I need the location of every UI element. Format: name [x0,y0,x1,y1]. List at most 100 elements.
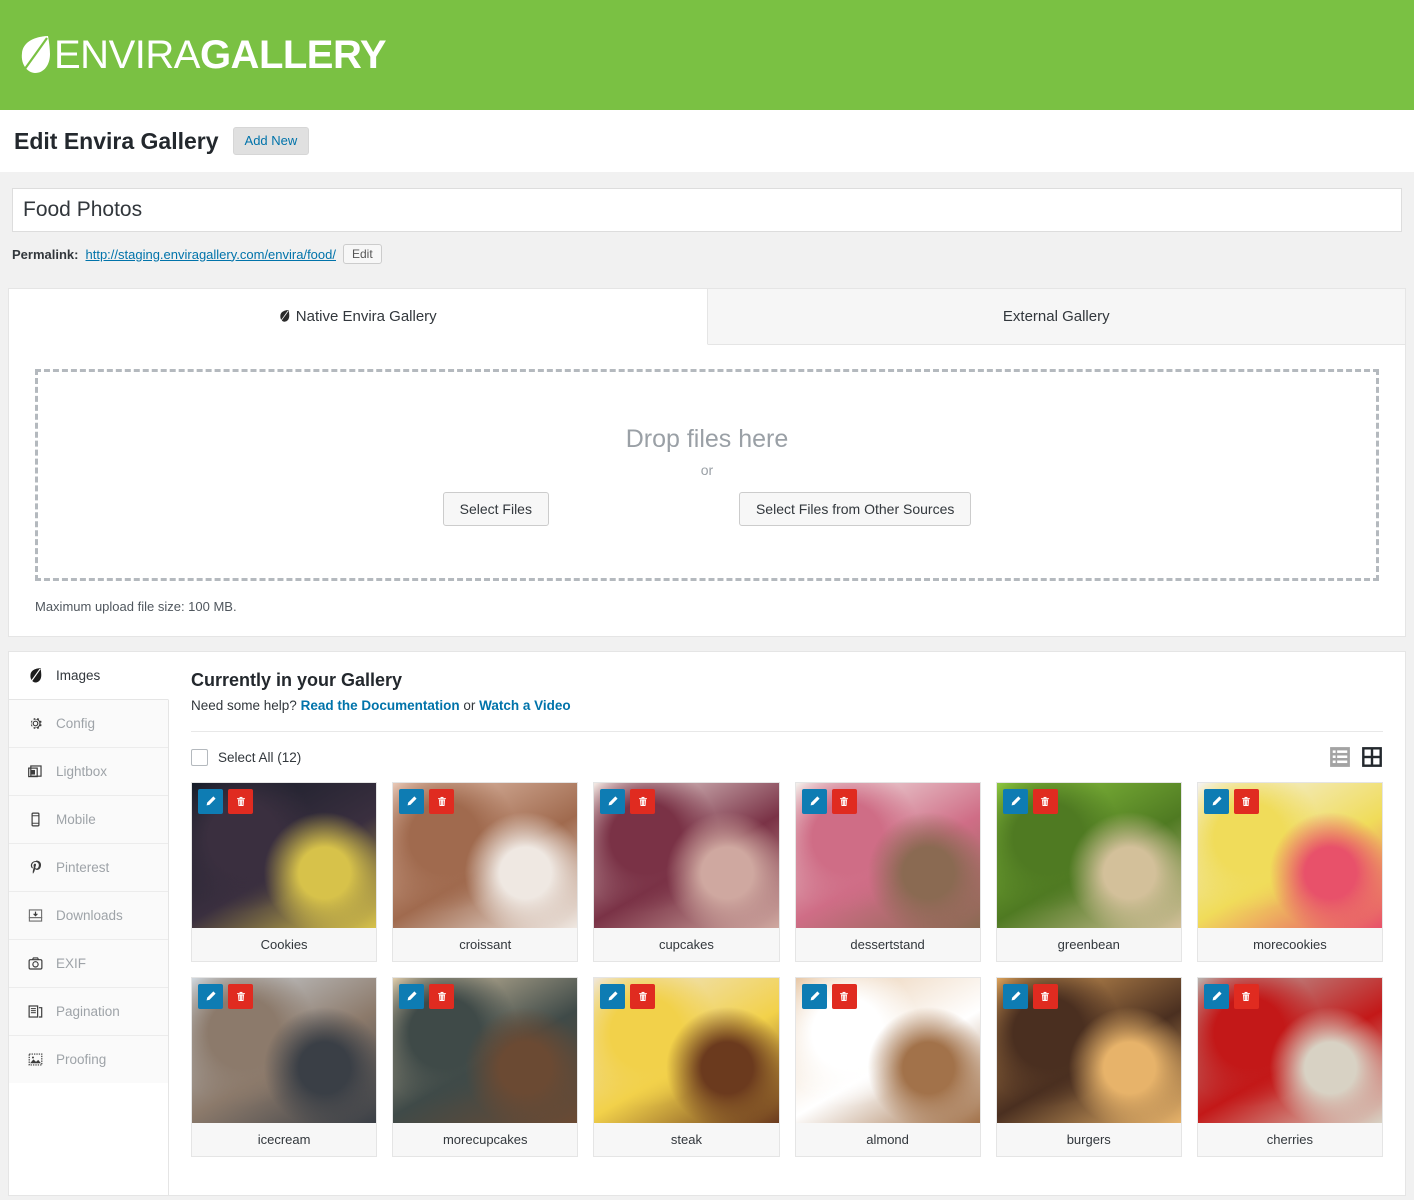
uploader-metabox: Native Envira Gallery External Gallery D… [8,288,1406,637]
pencil-icon [407,796,417,806]
delete-image-button[interactable] [831,984,857,1009]
gallery-item[interactable]: cupcakes [593,782,780,962]
delete-image-button[interactable] [429,984,455,1009]
file-dropzone[interactable]: Drop files here or Select Files Select F… [35,369,1379,581]
sidebar-item-proofing[interactable]: Proofing [9,1036,168,1083]
gallery-title-input[interactable] [12,188,1402,232]
read-documentation-link[interactable]: Read the Documentation [301,698,460,713]
add-new-button[interactable]: Add New [232,126,310,156]
gallery-item[interactable]: morecupcakes [392,977,579,1157]
gallery-item[interactable]: greenbean [995,782,1182,962]
gallery-item-thumbnail[interactable] [393,783,578,928]
select-files-button[interactable]: Select Files [442,491,549,526]
leaf-icon [30,668,42,683]
gallery-item-label: dessertstand [795,928,980,961]
delete-image-button[interactable] [1032,789,1058,814]
delete-image-button[interactable] [630,789,656,814]
select-all-label: Select All (12) [218,749,302,765]
gallery-item[interactable]: Cookies [191,782,378,962]
gallery-item[interactable]: dessertstand [794,782,981,962]
delete-image-button[interactable] [228,984,253,1009]
permalink-link[interactable]: http://staging.enviragallery.com/envira/… [85,247,336,262]
watch-video-link[interactable]: Watch a Video [479,698,571,713]
gallery-item-thumbnail[interactable] [996,783,1181,928]
tab-external-gallery[interactable]: External Gallery [707,289,1405,344]
edit-permalink-button[interactable]: Edit [343,244,382,264]
delete-image-button[interactable] [1233,984,1259,1009]
sidebar-item-label: Pagination [56,1004,120,1019]
gallery-item[interactable]: steak [593,977,780,1157]
gallery-toolbar: Select All (12) [191,746,1383,768]
list-view-icon[interactable] [1329,746,1351,768]
select-files-other-sources-button[interactable]: Select Files from Other Sources [738,491,972,526]
pencil-icon [1011,991,1021,1001]
select-all-checkbox[interactable] [191,748,208,766]
gallery-item-thumbnail[interactable] [795,978,980,1123]
layers-icon [28,765,42,778]
sidebar-item-label: Mobile [56,812,96,827]
gallery-item-label: croissant [393,928,578,961]
edit-image-button[interactable] [1203,984,1229,1009]
gallery-item-thumbnail[interactable] [594,783,779,928]
edit-image-button[interactable] [600,984,626,1009]
pencil-icon [206,796,216,806]
gallery-item-thumbnail[interactable] [393,978,578,1123]
gallery-item-actions [1002,984,1058,1009]
gallery-item[interactable]: croissant [392,782,579,962]
edit-image-button[interactable] [801,984,827,1009]
max-upload-size-note: Maximum upload file size: 100 MB. [35,599,237,614]
delete-image-button[interactable] [831,789,857,814]
gallery-thumbnail-grid: Cookies croissant cupcakes dessertstand gree… [191,782,1383,1157]
sidebar-item-mobile[interactable]: Mobile [9,796,168,844]
gallery-item-thumbnail[interactable] [1197,978,1382,1123]
grid-view-icon[interactable] [1361,746,1383,768]
sidebar-item-lightbox[interactable]: Lightbox [9,748,168,796]
edit-image-button[interactable] [399,984,425,1009]
leaf-icon [21,36,50,74]
delete-image-button[interactable] [1233,789,1259,814]
gallery-item-thumbnail[interactable] [192,783,377,928]
sidebar-item-downloads[interactable]: Downloads [9,892,168,940]
gallery-item-thumbnail[interactable] [996,978,1181,1123]
delete-image-button[interactable] [429,789,455,814]
tab-native-envira-gallery[interactable]: Native Envira Gallery [9,289,708,345]
gallery-item[interactable]: burgers [995,977,1182,1157]
gallery-item-label: morecupcakes [393,1123,578,1156]
gallery-item[interactable]: cherries [1196,977,1383,1157]
dropzone-wrap: Drop files here or Select Files Select F… [9,345,1405,581]
sidebar-item-pinterest[interactable]: Pinterest [9,844,168,892]
delete-image-button[interactable] [1032,984,1058,1009]
sidebar-item-exif[interactable]: EXIF [9,940,168,988]
pencil-icon [206,991,216,1001]
tab-native-label: Native Envira Gallery [295,308,437,325]
edit-image-button[interactable] [1203,789,1229,814]
sidebar-item-images[interactable]: Images [9,652,169,700]
delete-image-button[interactable] [228,789,253,814]
gallery-item-thumbnail[interactable] [594,978,779,1123]
gallery-item-thumbnail[interactable] [192,978,377,1123]
gallery-item-actions [801,984,857,1009]
edit-image-button[interactable] [198,789,223,814]
gallery-item[interactable]: almond [794,977,981,1157]
edit-image-button[interactable] [399,789,425,814]
page-title: Edit Envira Gallery [14,127,219,154]
camera-icon [28,957,43,970]
gallery-item[interactable]: morecookies [1196,782,1383,962]
edit-image-button[interactable] [600,789,626,814]
edit-image-button[interactable] [1002,789,1028,814]
select-all-control[interactable]: Select All (12) [191,748,302,766]
gallery-item[interactable]: icecream [191,977,378,1157]
sidebar-item-config[interactable]: Config [9,700,168,748]
edit-image-button[interactable] [198,984,223,1009]
delete-image-button[interactable] [630,984,656,1009]
gallery-item-actions [1203,789,1259,814]
edit-image-button[interactable] [801,789,827,814]
gallery-item-thumbnail[interactable] [1197,783,1382,928]
gallery-item-actions [399,789,455,814]
edit-image-button[interactable] [1002,984,1028,1009]
sidebar-item-pagination[interactable]: Pagination [9,988,168,1036]
trash-icon [840,796,848,806]
gallery-item-actions [399,984,455,1009]
gallery-item-actions [801,789,857,814]
gallery-item-thumbnail[interactable] [795,783,980,928]
